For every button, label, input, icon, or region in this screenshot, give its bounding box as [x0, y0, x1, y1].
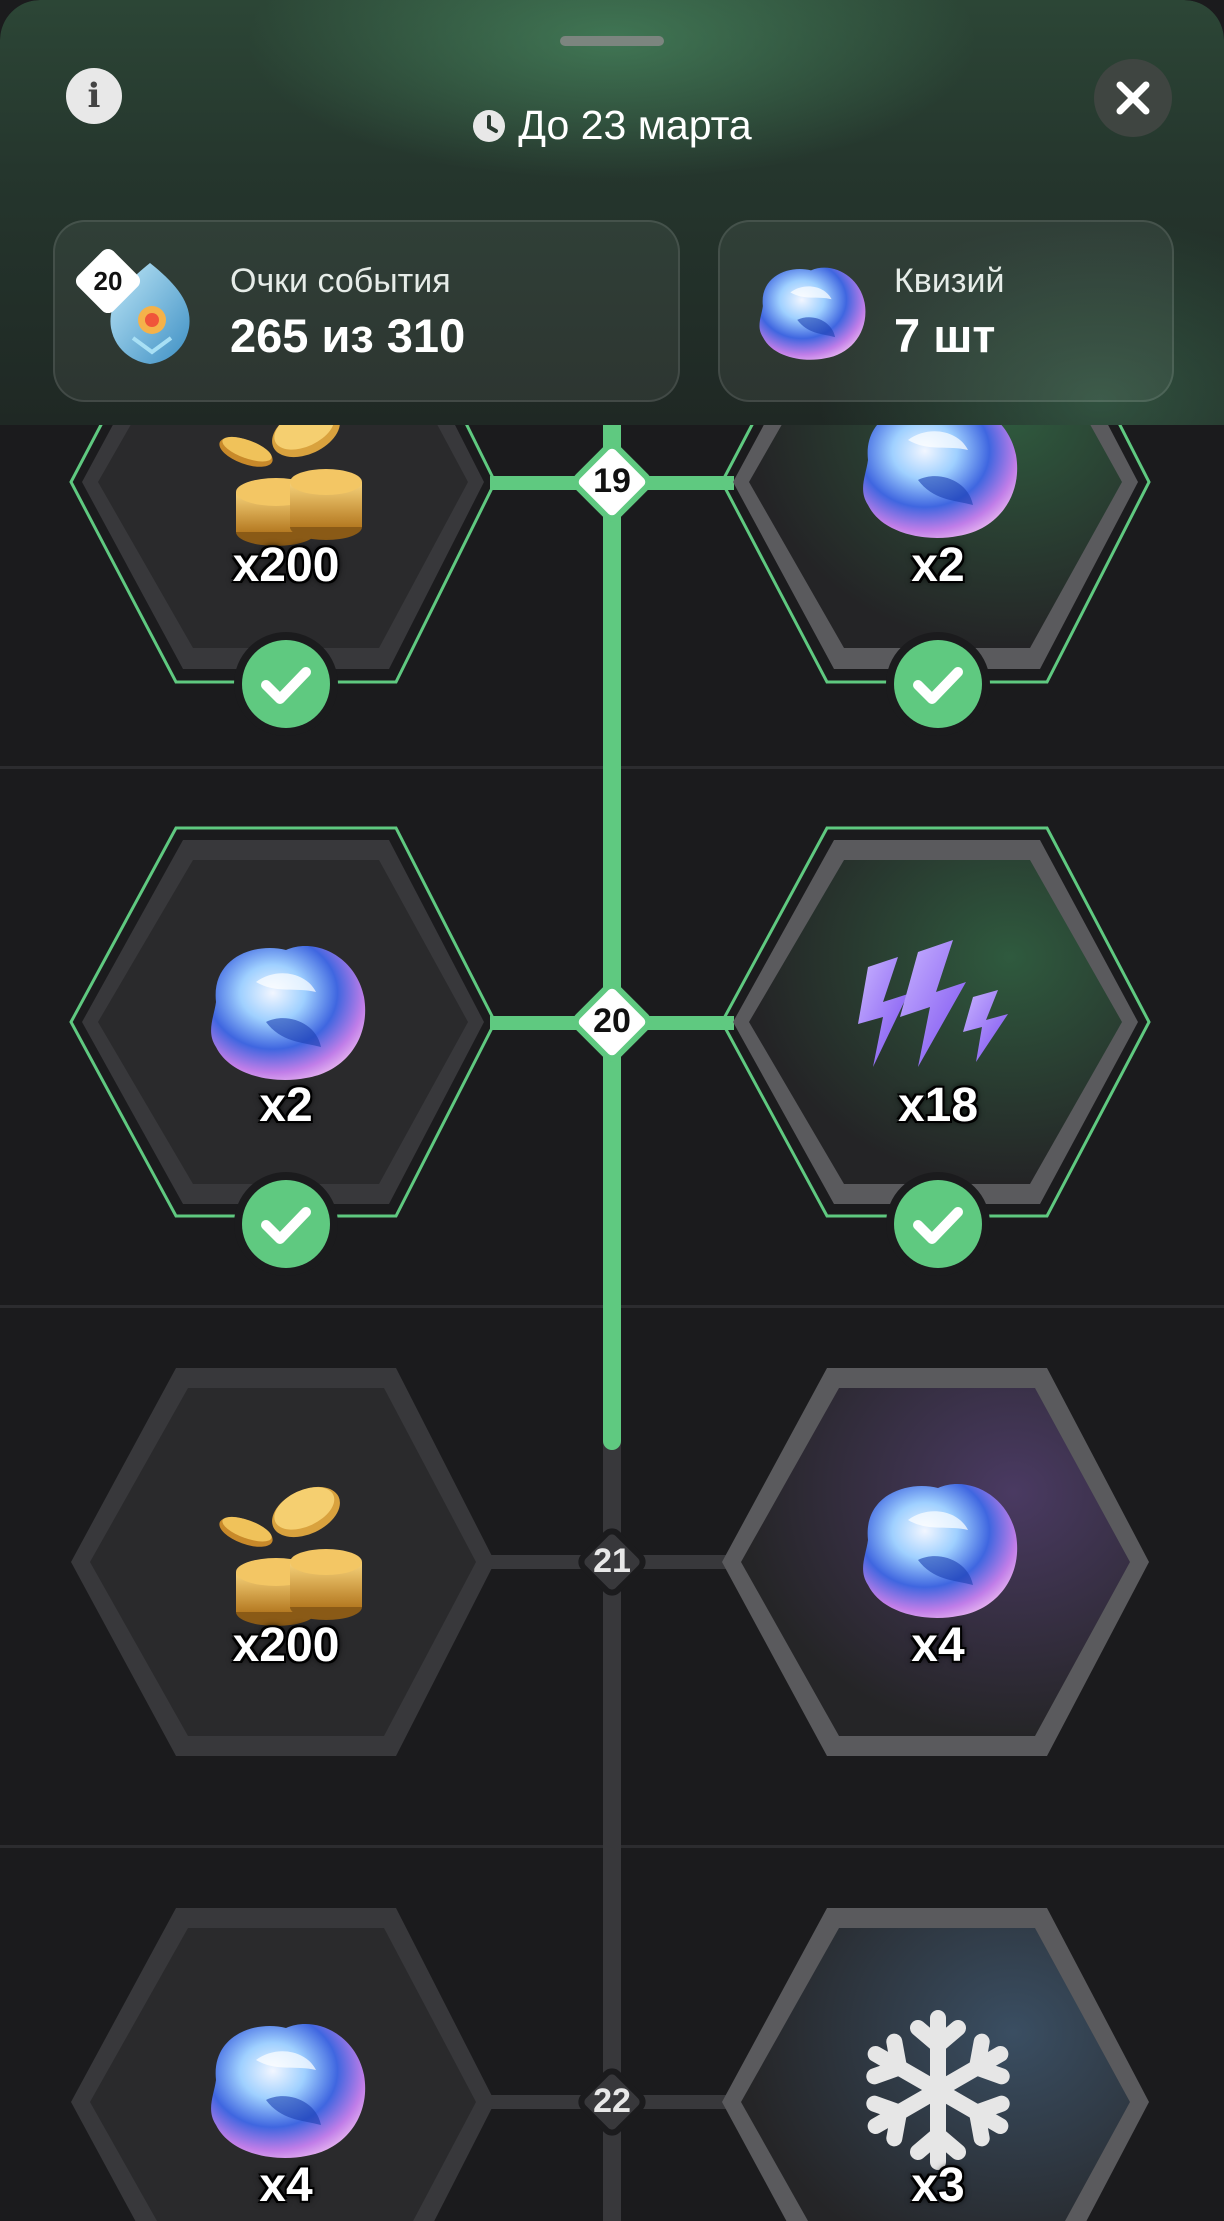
event-header: i До 23 марта 20 Очки события 265 из 310… [0, 0, 1224, 425]
reward-tile-20-left[interactable] [69, 826, 497, 1218]
reward-quantity: x2 [259, 1079, 313, 1132]
claimed-check-icon [234, 632, 338, 736]
crystal-icon [211, 946, 366, 1080]
level-number: 21 [593, 1542, 631, 1580]
points-label: Очки события [230, 262, 451, 300]
points-value: 265 из 310 [230, 309, 466, 362]
level-number: 20 [593, 1002, 631, 1040]
deadline-text: До 23 марта [518, 102, 752, 148]
reward-quantity: x200 [232, 1619, 340, 1672]
event-sheet: 19 20 21 22 x200 x2 x2 x18 x200 x4 x4 x3… [0, 0, 1224, 2221]
claimed-check-icon [886, 1172, 990, 1276]
progress-fill [603, 400, 621, 1450]
drag-handle[interactable] [560, 36, 664, 46]
crystal-icon [863, 1484, 1018, 1618]
current-level: 20 [93, 265, 123, 296]
clock-icon [473, 109, 506, 142]
quiz-label: Квизий [894, 262, 1005, 300]
reward-tile-21-left[interactable] [71, 1368, 495, 1756]
reward-quantity: x2 [911, 539, 965, 592]
event-deadline: До 23 марта [0, 102, 1224, 149]
reward-quantity: x200 [232, 539, 340, 592]
event-points-card: 20 Очки события 265 из 310 [53, 220, 680, 402]
level-number: 22 [593, 2082, 631, 2120]
reward-tile-20-right[interactable] [720, 826, 1151, 1218]
reward-quantity: x4 [259, 2159, 313, 2212]
reward-quantity: x18 [897, 1079, 979, 1132]
level-number: 19 [593, 462, 631, 500]
quiz-value: 7 шт [894, 309, 996, 362]
quiz-currency-card: Квизий 7 шт [718, 220, 1174, 402]
crystal-icon [211, 2024, 366, 2158]
reward-quantity: x4 [911, 1619, 965, 1672]
reward-tile-21-right[interactable] [722, 1368, 1149, 1756]
reward-quantity: x3 [911, 2159, 965, 2212]
claimed-check-icon [234, 1172, 338, 1276]
crystal-icon [759, 267, 866, 360]
claimed-check-icon [886, 632, 990, 736]
